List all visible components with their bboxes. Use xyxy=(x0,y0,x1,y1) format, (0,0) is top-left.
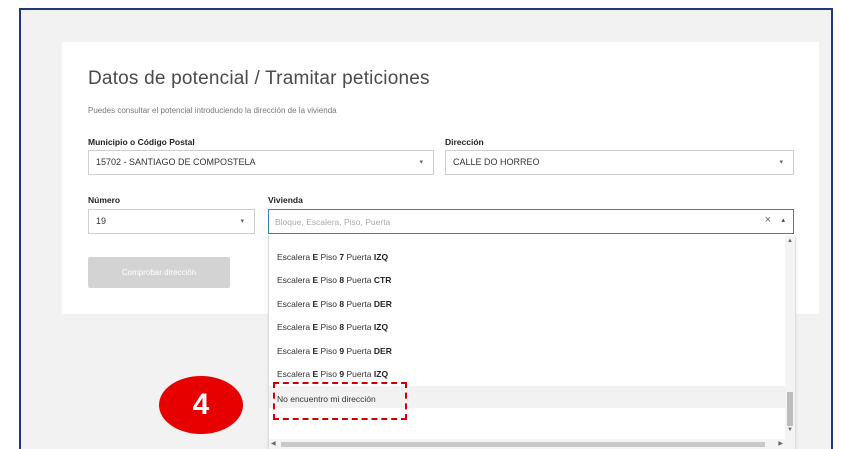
option-text: Puerta xyxy=(344,252,374,262)
scrollbar-thumb[interactable] xyxy=(281,442,765,447)
scrollbar-thumb[interactable] xyxy=(787,392,793,426)
annotation-highlight-box xyxy=(273,382,407,420)
option-puerta: DER xyxy=(373,299,392,309)
municipio-value: 15702 - SANTIAGO DE COMPOSTELA xyxy=(96,157,256,167)
dropdown-horizontal-scrollbar[interactable]: ◀ ▶ xyxy=(269,439,785,449)
scroll-up-icon[interactable]: ▲ xyxy=(787,238,793,244)
numero-label: Número xyxy=(88,195,121,205)
option-puerta: CTR xyxy=(373,275,392,285)
option-text: Escalera xyxy=(277,275,313,285)
municipio-label: Municipio o Código Postal xyxy=(88,137,195,147)
option-text: Puerta xyxy=(344,322,374,332)
numero-value: 19 xyxy=(96,216,107,226)
option-puerta: IZQ xyxy=(373,369,389,379)
dropdown-option[interactable]: Escalera E Piso 8 Puerta IZQ xyxy=(277,322,388,332)
option-text: Escalera xyxy=(277,252,313,262)
option-text: Puerta xyxy=(344,299,374,309)
option-puerta: IZQ xyxy=(373,322,389,332)
direccion-select[interactable]: CALLE DO HORREO ▾ xyxy=(445,150,794,175)
option-text: Piso xyxy=(318,322,340,332)
scroll-left-icon[interactable]: ◀ xyxy=(271,439,276,449)
vivienda-label: Vivienda xyxy=(268,195,303,205)
option-text: Piso xyxy=(318,369,340,379)
dropdown-vertical-scrollbar[interactable]: ▲ ▼ xyxy=(785,236,795,449)
check-address-button[interactable]: Comprobar dirección xyxy=(88,257,230,288)
numero-select[interactable]: 19 ▾ xyxy=(88,209,255,234)
option-text: Puerta xyxy=(344,369,374,379)
option-text: Piso xyxy=(318,252,340,262)
option-text: Puerta xyxy=(344,275,374,285)
dropdown-option[interactable]: Escalera E Piso 8 Puerta DER xyxy=(277,299,392,309)
page-title: Datos de potencial / Tramitar peticiones xyxy=(88,68,430,89)
option-text: Piso xyxy=(318,299,340,309)
clear-icon[interactable]: × xyxy=(765,214,771,226)
option-text: Escalera xyxy=(277,346,313,356)
chevron-up-icon[interactable]: ▴ xyxy=(781,216,785,224)
municipio-select[interactable]: 15702 - SANTIAGO DE COMPOSTELA ▾ xyxy=(88,150,434,175)
page-subtitle: Puedes consultar el potencial introducie… xyxy=(88,106,337,115)
scroll-right-icon[interactable]: ▶ xyxy=(778,439,783,449)
option-text: Escalera xyxy=(277,322,313,332)
chevron-down-icon: ▾ xyxy=(240,218,244,225)
chevron-down-icon: ▾ xyxy=(779,159,783,166)
option-puerta: IZQ xyxy=(373,252,389,262)
option-puerta: DER xyxy=(373,346,392,356)
dropdown-option[interactable]: Escalera E Piso 7 Puerta IZQ xyxy=(277,252,388,262)
dropdown-option[interactable]: Escalera E Piso 8 Puerta CTR xyxy=(277,275,391,285)
option-text: Escalera xyxy=(277,369,313,379)
option-text: Puerta xyxy=(344,346,374,356)
vivienda-input[interactable] xyxy=(275,215,735,229)
chevron-down-icon: ▾ xyxy=(419,159,423,166)
vivienda-combobox[interactable]: × ▴ xyxy=(268,209,794,234)
scroll-down-icon[interactable]: ▼ xyxy=(787,427,793,433)
option-text: Piso xyxy=(318,275,340,285)
dropdown-option[interactable]: Escalera E Piso 9 Puerta DER xyxy=(277,346,392,356)
dropdown-option[interactable]: Escalera E Piso 9 Puerta IZQ xyxy=(277,369,388,379)
option-text: Piso xyxy=(318,346,340,356)
direccion-value: CALLE DO HORREO xyxy=(453,157,540,167)
option-text: Escalera xyxy=(277,299,313,309)
direccion-label: Dirección xyxy=(445,137,484,147)
step-number-badge: 4 xyxy=(159,376,243,434)
